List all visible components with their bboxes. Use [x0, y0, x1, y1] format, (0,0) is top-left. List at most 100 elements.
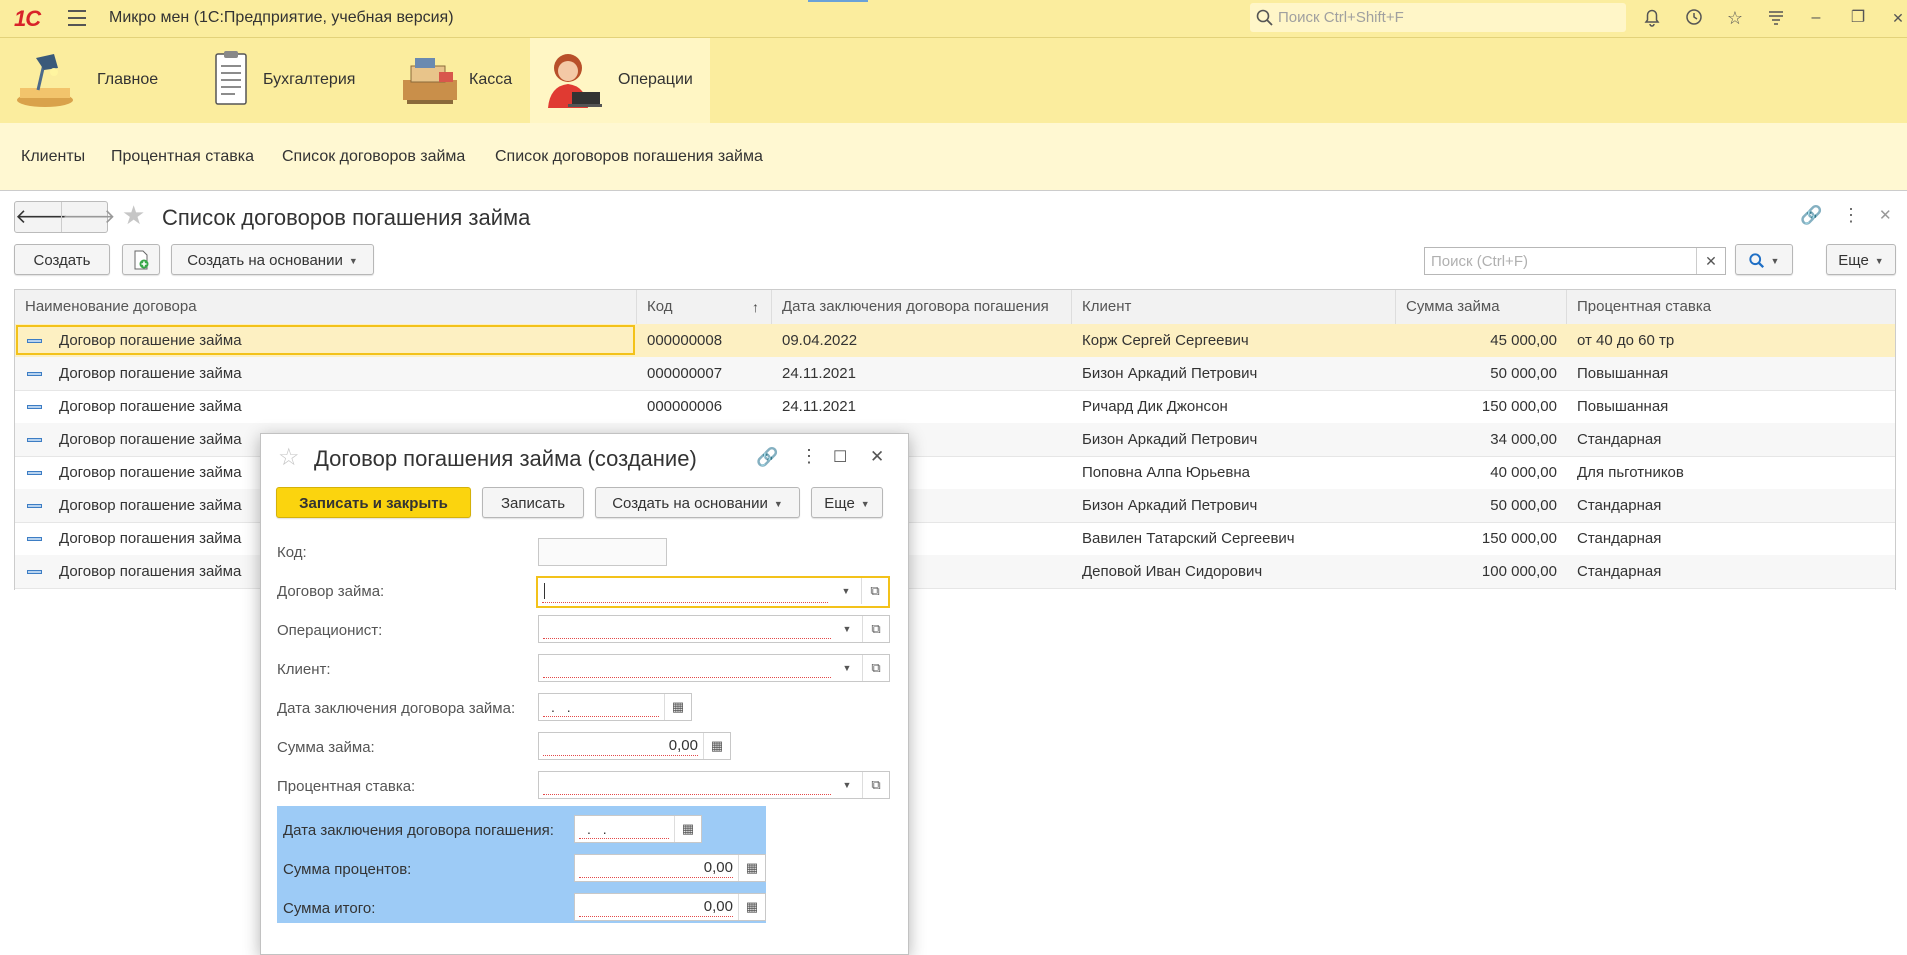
chevron-down-icon[interactable]: ▼ — [836, 581, 856, 601]
required-underline — [579, 838, 669, 839]
calculator-icon[interactable]: ▦ — [703, 733, 730, 759]
app-title: Микро мен (1С:Предприятие, учебная верси… — [109, 9, 454, 26]
minimize-icon[interactable]: – — [1805, 7, 1827, 29]
logo-1c: 1С — [14, 6, 41, 31]
functions-menu-icon[interactable] — [1765, 7, 1787, 29]
total-sum-field[interactable]: 0,00 ▦ — [574, 893, 766, 921]
section-cash[interactable]: Касса — [385, 38, 530, 123]
table-row[interactable]: Договор погашение займа 000000008 09.04.20… — [15, 324, 1895, 358]
more-button[interactable]: Еще ▼ — [1826, 244, 1896, 275]
cell-date: 24.11.2021 — [782, 365, 856, 382]
date-mask: . . — [551, 699, 575, 715]
column-header-date[interactable]: Дата заключения договора погашения — [772, 290, 1072, 324]
loan-date-field[interactable]: . . ▦ — [538, 693, 692, 721]
interest-sum-value: 0,00 — [703, 859, 733, 876]
save-and-close-button[interactable]: Записать и закрыть — [276, 487, 471, 518]
operator-icon — [548, 54, 602, 108]
nav-loan-contracts[interactable]: Список договоров займа — [282, 148, 465, 166]
column-header-sum[interactable]: Сумма займа — [1396, 290, 1567, 324]
nav-clients[interactable]: Клиенты — [21, 148, 85, 166]
open-icon[interactable]: ⧉ — [862, 616, 889, 642]
more-vertical-icon[interactable]: ⋮ — [1842, 205, 1860, 226]
section-operations[interactable]: Операции — [530, 38, 710, 123]
dialog-title: Договор погашения займа (создание) — [314, 446, 697, 471]
cell-name: Договор погашение займа — [59, 365, 242, 382]
favorite-star-icon[interactable]: ☆ — [278, 443, 300, 472]
section-label: Касса — [469, 71, 513, 88]
table-row[interactable]: Договор погашение займа 000000007 24.11.20… — [15, 357, 1895, 391]
loan-sum-field[interactable]: 0,00 ▦ — [538, 732, 731, 760]
forward-arrow-icon[interactable]: 🡒 — [62, 202, 116, 232]
create-copy-button[interactable] — [122, 244, 160, 275]
cell-sum: 45 000,00 — [1490, 332, 1557, 349]
text-cursor — [544, 583, 545, 599]
nav-interest-rate[interactable]: Процентная ставка — [111, 148, 254, 166]
chevron-down-icon[interactable]: ▼ — [837, 619, 857, 639]
cell-date: 09.04.2022 — [782, 332, 858, 349]
calculator-icon[interactable]: ▦ — [738, 855, 765, 881]
global-search-input[interactable]: Поиск Ctrl+Shift+F — [1250, 3, 1626, 32]
clear-search-icon[interactable]: ✕ — [1696, 248, 1725, 274]
required-underline — [543, 794, 831, 795]
close-app-icon[interactable]: ✕ — [1887, 7, 1907, 29]
create-based-on-button[interactable]: Создать на основании ▼ — [595, 487, 800, 518]
cell-sum: 150 000,00 — [1481, 530, 1557, 547]
column-header-rate[interactable]: Процентная ставка — [1567, 290, 1895, 324]
history-icon[interactable] — [1683, 7, 1705, 29]
repay-date-label: Дата заключения договора погашения: — [283, 822, 554, 839]
cell-sum: 50 000,00 — [1490, 365, 1557, 382]
restore-icon[interactable]: ❐ — [1847, 7, 1869, 29]
column-header-name[interactable]: Наименование договора — [15, 290, 637, 324]
more-label: Еще — [1838, 252, 1869, 269]
more-vertical-icon[interactable]: ⋮ — [800, 446, 818, 467]
nav-repayment-contracts[interactable]: Список договоров погашения займа — [495, 148, 763, 166]
interest-sum-field[interactable]: 0,00 ▦ — [574, 854, 766, 882]
open-icon[interactable]: ⧉ — [861, 578, 888, 604]
calendar-icon[interactable]: ▦ — [664, 694, 691, 720]
open-icon[interactable]: ⧉ — [862, 772, 889, 798]
link-icon[interactable]: 🔗 — [1800, 205, 1822, 226]
operator-field[interactable]: ▼ ⧉ — [538, 615, 890, 643]
close-form-icon[interactable]: ✕ — [1879, 206, 1892, 224]
more-button[interactable]: Еще ▼ — [811, 487, 883, 518]
create-button[interactable]: Создать — [14, 244, 110, 275]
column-header-client[interactable]: Клиент — [1072, 290, 1396, 324]
section-main[interactable]: Главное — [0, 38, 165, 123]
loan-date-label: Дата заключения договора займа: — [277, 700, 516, 717]
back-arrow-icon[interactable]: 🡐 — [15, 202, 69, 232]
open-icon[interactable]: ⧉ — [862, 655, 889, 681]
loan-contract-field[interactable]: ▼ ⧉ — [536, 576, 890, 608]
maximize-icon[interactable]: ☐ — [833, 447, 847, 467]
close-dialog-icon[interactable]: ✕ — [870, 447, 884, 467]
section-label: Операции — [618, 71, 693, 88]
cell-sum: 150 000,00 — [1481, 398, 1557, 415]
rate-field[interactable]: ▼ ⧉ — [538, 771, 890, 799]
calendar-icon[interactable]: ▦ — [674, 816, 701, 842]
section-label: Бухгалтерия — [263, 71, 356, 88]
client-field[interactable]: ▼ ⧉ — [538, 654, 890, 682]
sections-panel: Главное Бухгалтерия Касса Операции — [0, 38, 1907, 123]
create-based-on-button[interactable]: Создать на основании ▼ — [171, 244, 374, 275]
favorites-star-icon[interactable]: ☆ — [1724, 7, 1746, 29]
bell-icon[interactable] — [1641, 7, 1663, 29]
save-button[interactable]: Записать — [482, 487, 584, 518]
cell-sum: 34 000,00 — [1490, 431, 1557, 448]
link-icon[interactable]: 🔗 — [756, 447, 778, 468]
history-nav: 🡐 🡒 — [14, 201, 116, 233]
section-accounting[interactable]: Бухгалтерия — [185, 38, 365, 123]
cell-client: Деповой Иван Сидорович — [1082, 563, 1263, 580]
menu-icon[interactable] — [68, 10, 86, 31]
calculator-icon[interactable]: ▦ — [738, 894, 765, 920]
table-header: Наименование договора Код ↑ Дата заключен… — [15, 290, 1895, 325]
required-underline — [579, 877, 733, 878]
chevron-down-icon[interactable]: ▼ — [837, 775, 857, 795]
repay-date-field[interactable]: . . ▦ — [574, 815, 702, 843]
column-header-code[interactable]: Код ↑ — [637, 290, 772, 324]
search-button[interactable]: ▼ — [1735, 244, 1793, 275]
cell-rate: Для пьготников — [1577, 464, 1684, 481]
cell-code: 000000007 — [647, 365, 723, 382]
chevron-down-icon[interactable]: ▼ — [837, 658, 857, 678]
list-search-input[interactable]: Поиск (Ctrl+F) ✕ — [1424, 247, 1726, 275]
table-row[interactable]: Договор погашение займа 000000006 24.11.20… — [15, 390, 1895, 424]
favorite-star-icon[interactable]: ★ — [122, 200, 145, 231]
